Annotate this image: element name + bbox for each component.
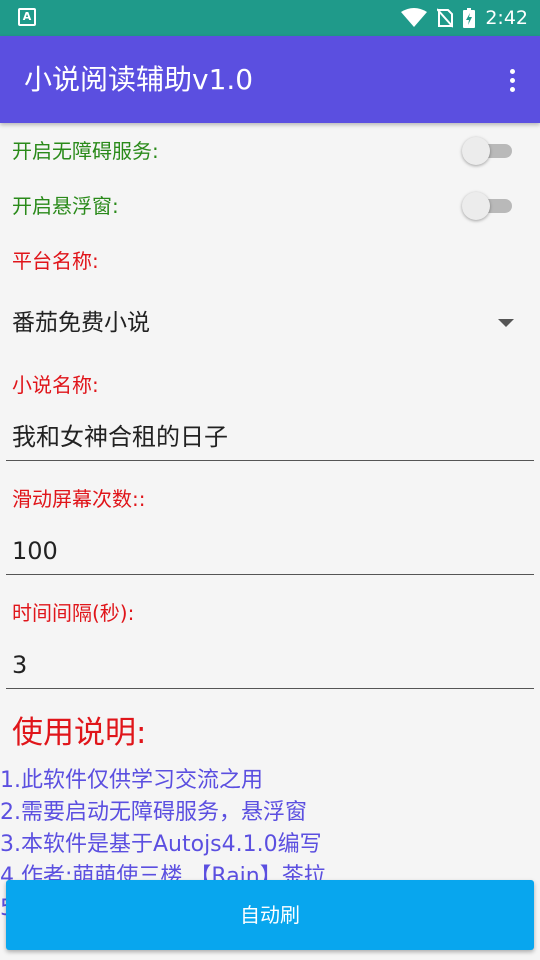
app-title: 小说阅读辅助v1.0 xyxy=(24,63,254,96)
usage-title: 使用说明: xyxy=(12,715,147,751)
no-sim-icon xyxy=(437,8,454,28)
usage-item: 2.需要启动无障碍服务，悬浮窗 xyxy=(0,800,307,825)
dropdown-arrow-icon xyxy=(498,319,514,327)
status-icons: 2:42 xyxy=(401,0,528,36)
platform-selected-value: 番茄免费小说 xyxy=(12,310,150,336)
novel-name-input[interactable]: 我和女神合租的日子 xyxy=(6,416,534,461)
auto-run-button[interactable]: 自动刷 xyxy=(6,880,534,950)
accessibility-service-switch[interactable] xyxy=(462,137,512,165)
swipe-count-label: 滑动屏幕次数:: xyxy=(12,487,146,511)
platform-label: 平台名称: xyxy=(12,249,99,273)
more-vert-icon[interactable] xyxy=(502,66,522,94)
floating-window-switch[interactable] xyxy=(462,192,512,220)
accessibility-service-label: 开启无障碍服务: xyxy=(12,139,159,163)
status-time: 2:42 xyxy=(485,7,528,29)
app-bar: 小说阅读辅助v1.0 xyxy=(0,36,540,123)
interval-label: 时间间隔(秒): xyxy=(12,601,135,625)
main-content: 开启无障碍服务: 开启悬浮窗: 平台名称: 番茄免费小说 小说名称: 我和女神合… xyxy=(0,123,540,960)
autojs-notification-icon: A xyxy=(18,8,36,26)
interval-value: 3 xyxy=(12,651,28,679)
wifi-icon xyxy=(401,8,428,28)
swipe-count-input[interactable]: 100 xyxy=(6,530,534,575)
novel-name-label: 小说名称: xyxy=(12,373,99,397)
novel-name-value: 我和女神合租的日子 xyxy=(12,423,228,451)
platform-dropdown[interactable]: 番茄免费小说 xyxy=(12,299,528,347)
usage-item: 3.本软件是基于Autojs4.1.0编写 xyxy=(0,832,322,857)
battery-charging-icon xyxy=(463,8,476,28)
swipe-count-value: 100 xyxy=(12,537,58,565)
usage-item: 1.此软件仅供学习交流之用 xyxy=(0,768,263,793)
status-bar: A 2:42 xyxy=(0,0,540,36)
interval-input[interactable]: 3 xyxy=(6,644,534,689)
floating-window-label: 开启悬浮窗: xyxy=(12,194,119,218)
